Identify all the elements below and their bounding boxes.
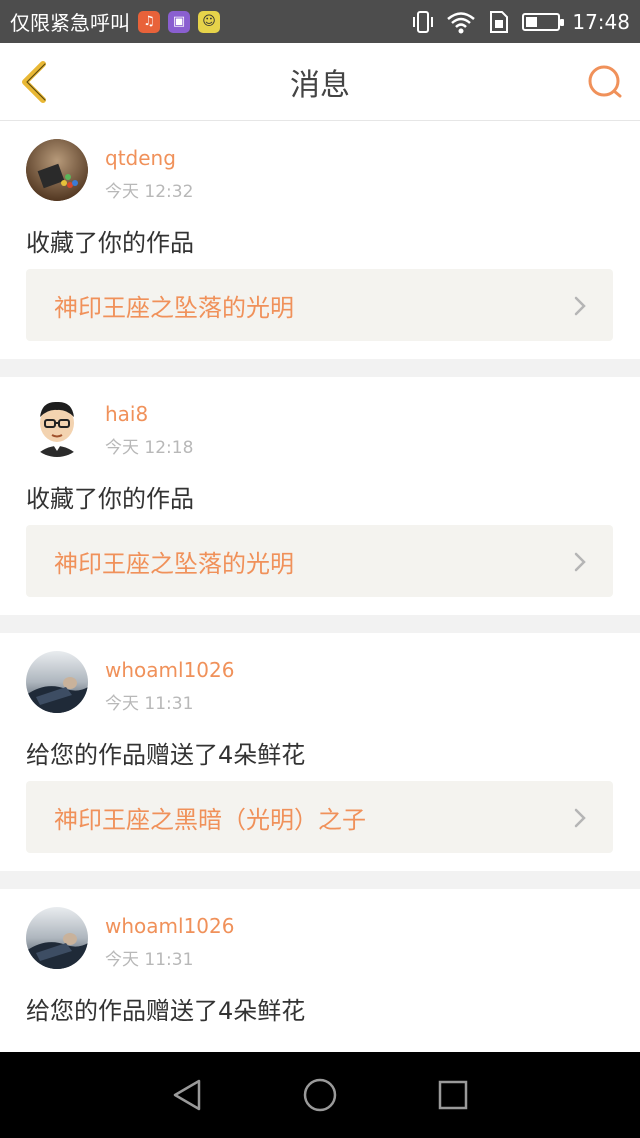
message-card: hai8 今天 12:18 收藏了你的作品 神印王座之坠落的光明 — [0, 377, 640, 615]
action-text: 收藏了你的作品 — [26, 485, 194, 513]
chevron-right-icon — [574, 808, 586, 828]
system-home-button[interactable] — [298, 1073, 342, 1117]
chevron-right-icon — [574, 296, 586, 316]
action-text: 给您的作品赠送了4朵鲜花 — [26, 741, 306, 769]
back-triangle-icon — [173, 1079, 200, 1111]
work-link[interactable]: 神印王座之黑暗（光明）之子 — [26, 781, 613, 853]
back-chevron-icon — [22, 61, 46, 103]
avatar[interactable] — [26, 139, 88, 201]
action-text: 收藏了你的作品 — [26, 229, 194, 257]
avatar[interactable] — [26, 907, 88, 969]
work-title: 神印王座之坠落的光明 — [54, 549, 294, 578]
message-card: whoaml1026 今天 11:31 给您的作品赠送了4朵鲜花 — [0, 889, 640, 1052]
status-bar: 仅限紧急呼叫 ♫ ▣ ☺ 17:48 — [0, 0, 640, 43]
battery-fill — [526, 16, 538, 27]
username[interactable]: whoaml1026 — [105, 658, 234, 682]
timestamp: 今天 11:31 — [105, 694, 194, 714]
back-button[interactable] — [14, 59, 54, 105]
search-icon — [588, 65, 622, 98]
work-link[interactable]: 神印王座之坠落的光明 — [26, 525, 613, 597]
work-title: 神印王座之黑暗（光明）之子 — [54, 805, 366, 834]
work-link[interactable]: 神印王座之坠落的光明 — [26, 269, 613, 341]
timestamp: 今天 11:31 — [105, 950, 194, 970]
work-title: 神印王座之坠落的光明 — [54, 293, 294, 322]
recents-square-icon — [439, 1080, 468, 1110]
battery-icon — [522, 12, 565, 31]
avatar[interactable] — [26, 651, 88, 713]
username[interactable]: qtdeng — [105, 146, 176, 170]
wifi-icon — [447, 11, 476, 33]
timestamp: 今天 12:18 — [105, 438, 194, 458]
message-card: qtdeng 今天 12:32 收藏了你的作品 神印王座之坠落的光明 — [0, 121, 640, 359]
page-title: 消息 — [290, 67, 350, 103]
sim-icon — [490, 10, 509, 33]
timestamp: 今天 12:32 — [105, 182, 194, 202]
message-feed[interactable]: qtdeng 今天 12:32 收藏了你的作品 神印王座之坠落的光明 hai8 … — [0, 121, 640, 1052]
clock-text: 17:48 — [572, 9, 630, 34]
message-card: whoaml1026 今天 11:31 给您的作品赠送了4朵鲜花 神印王座之黑暗… — [0, 633, 640, 871]
search-button[interactable] — [586, 63, 624, 101]
system-back-button[interactable] — [165, 1073, 209, 1117]
music-icon: ♫ — [138, 10, 160, 33]
avatar[interactable] — [26, 395, 88, 457]
action-text: 给您的作品赠送了4朵鲜花 — [26, 997, 306, 1025]
status-left: 仅限紧急呼叫 ♫ ▣ ☺ — [10, 7, 220, 36]
carrier-text: 仅限紧急呼叫 — [10, 11, 130, 35]
chevron-right-icon — [574, 552, 586, 572]
gallery-icon: ▣ — [168, 10, 190, 33]
home-circle-icon — [303, 1078, 337, 1112]
system-recents-button[interactable] — [431, 1073, 475, 1117]
system-nav-bar — [0, 1052, 640, 1138]
username[interactable]: whoaml1026 — [105, 914, 234, 938]
nav-bar: 消息 — [0, 43, 640, 121]
chat-icon: ☺ — [198, 10, 220, 33]
vibrate-icon — [413, 10, 434, 33]
username[interactable]: hai8 — [105, 402, 148, 426]
status-right: 17:48 — [412, 9, 630, 35]
